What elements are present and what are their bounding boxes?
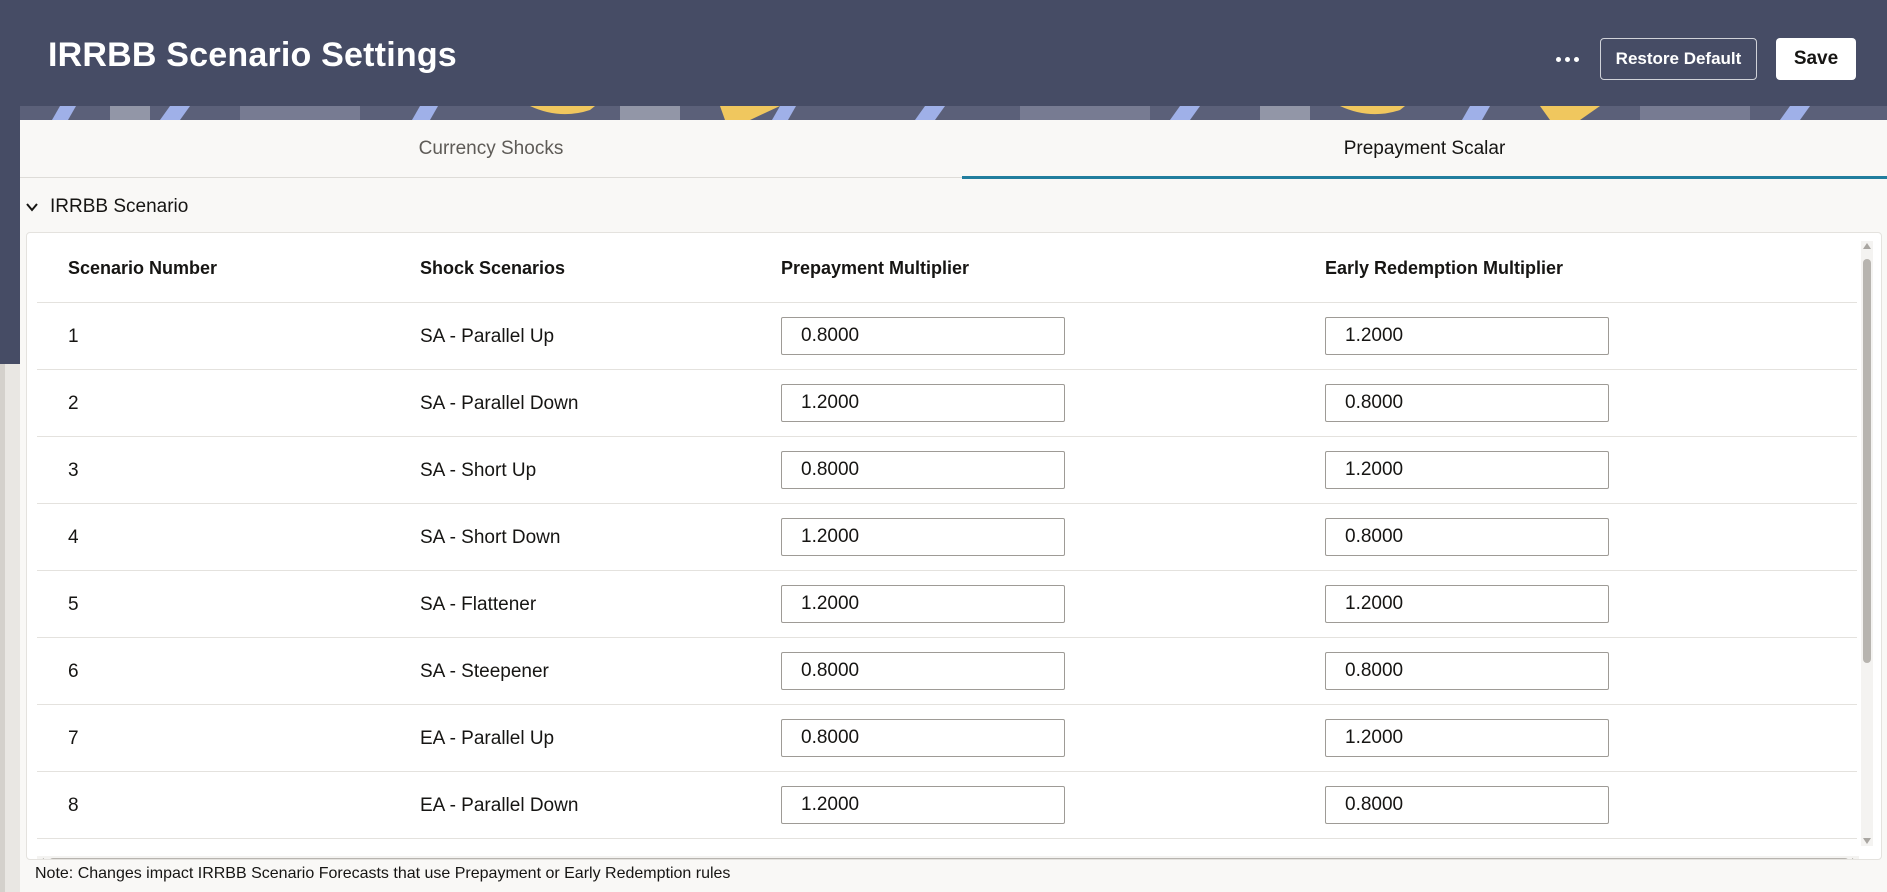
scenario-number: 8 [68,795,79,816]
shock-scenario: SA - Short Down [420,527,561,548]
scenario-number: 2 [68,393,79,414]
shock-scenario: EA - Parallel Up [420,728,555,749]
section-title: IRRBB Scenario [50,196,189,217]
prepayment-multiplier-input[interactable] [781,317,1065,355]
tab-currency-shocks[interactable]: Currency Shocks [20,120,962,178]
save-button[interactable]: Save [1776,38,1856,80]
scenario-number: 1 [68,326,79,347]
scroll-left-arrow-icon[interactable] [38,858,44,859]
chevron-down-icon [26,203,38,212]
table-row: 7 EA - Parallel Up [37,705,1857,772]
table-row: 8 EA - Parallel Down [37,772,1857,839]
prepayment-multiplier-input[interactable] [781,518,1065,556]
section-toggle-irrbb-scenario[interactable]: IRRBB Scenario [24,192,188,222]
table-row: 2 SA - Parallel Down [37,370,1857,437]
ellipsis-icon [1555,56,1579,62]
early-redemption-multiplier-input[interactable] [1325,786,1609,824]
scenario-number: 3 [68,460,79,481]
page-title: IRRBB Scenario Settings [48,36,457,74]
footer-note: Note: Changes impact IRRBB Scenario Fore… [35,865,731,882]
restore-default-button[interactable]: Restore Default [1600,38,1757,80]
shock-scenario: SA - Parallel Up [420,326,555,347]
early-redemption-multiplier-input[interactable] [1325,585,1609,623]
table-row: 3 SA - Short Up [37,437,1857,504]
scroll-down-arrow-icon[interactable] [1863,838,1871,844]
early-redemption-multiplier-input[interactable] [1325,652,1609,690]
scenario-number: 6 [68,661,79,682]
column-header-shock-scenarios: Shock Scenarios [420,258,566,278]
shock-scenario: EA - Parallel Down [420,795,579,816]
tab-bar: Currency Shocks Prepayment Scalar [20,120,1887,179]
vertical-scrollbar[interactable] [1861,241,1873,846]
shock-scenario: SA - Short Up [420,460,537,481]
scroll-up-arrow-icon[interactable] [1863,243,1871,249]
column-header-scenario-number: Scenario Number [68,258,218,278]
tab-prepayment-scalar[interactable]: Prepayment Scalar [962,120,1887,179]
early-redemption-multiplier-input[interactable] [1325,719,1609,757]
prepayment-multiplier-input[interactable] [781,786,1065,824]
prepayment-multiplier-input[interactable] [781,719,1065,757]
table-row: 6 SA - Steepener [37,638,1857,705]
horizontal-scrollbar[interactable] [37,856,1859,859]
left-edge-stripe [0,364,5,892]
scenario-number: 4 [68,527,79,548]
vertical-scroll-thumb[interactable] [1863,259,1871,663]
early-redemption-multiplier-input[interactable] [1325,518,1609,556]
scenario-number: 5 [68,594,79,615]
decorative-pattern-strip [20,106,1887,120]
horizontal-scroll-thumb[interactable] [49,858,1849,859]
shock-scenario: SA - Steepener [420,661,549,682]
prepayment-multiplier-input[interactable] [781,384,1065,422]
column-header-prepayment-multiplier: Prepayment Multiplier [781,258,970,278]
early-redemption-multiplier-input[interactable] [1325,451,1609,489]
early-redemption-multiplier-input[interactable] [1325,384,1609,422]
prepayment-multiplier-input[interactable] [781,451,1065,489]
prepayment-multiplier-input[interactable] [781,585,1065,623]
table-row: 1 SA - Parallel Up [37,303,1857,370]
column-header-early-redemption-multiplier: Early Redemption Multiplier [1325,258,1564,278]
scenario-table: Scenario Number Shock Scenarios Prepayme… [26,232,1882,860]
shock-scenario: SA - Parallel Down [420,393,579,414]
content-panel: Currency Shocks Prepayment Scalar IRRBB … [20,120,1887,892]
table-row: 4 SA - Short Down [37,504,1857,571]
table-header-row: Scenario Number Shock Scenarios Prepayme… [37,233,1857,303]
scenario-number: 7 [68,728,79,749]
more-actions-button[interactable] [1550,42,1584,76]
table-row: 5 SA - Flattener [37,571,1857,638]
scroll-right-arrow-icon[interactable] [1852,858,1858,859]
prepayment-multiplier-input[interactable] [781,652,1065,690]
early-redemption-multiplier-input[interactable] [1325,317,1609,355]
shock-scenario: SA - Flattener [420,594,537,615]
